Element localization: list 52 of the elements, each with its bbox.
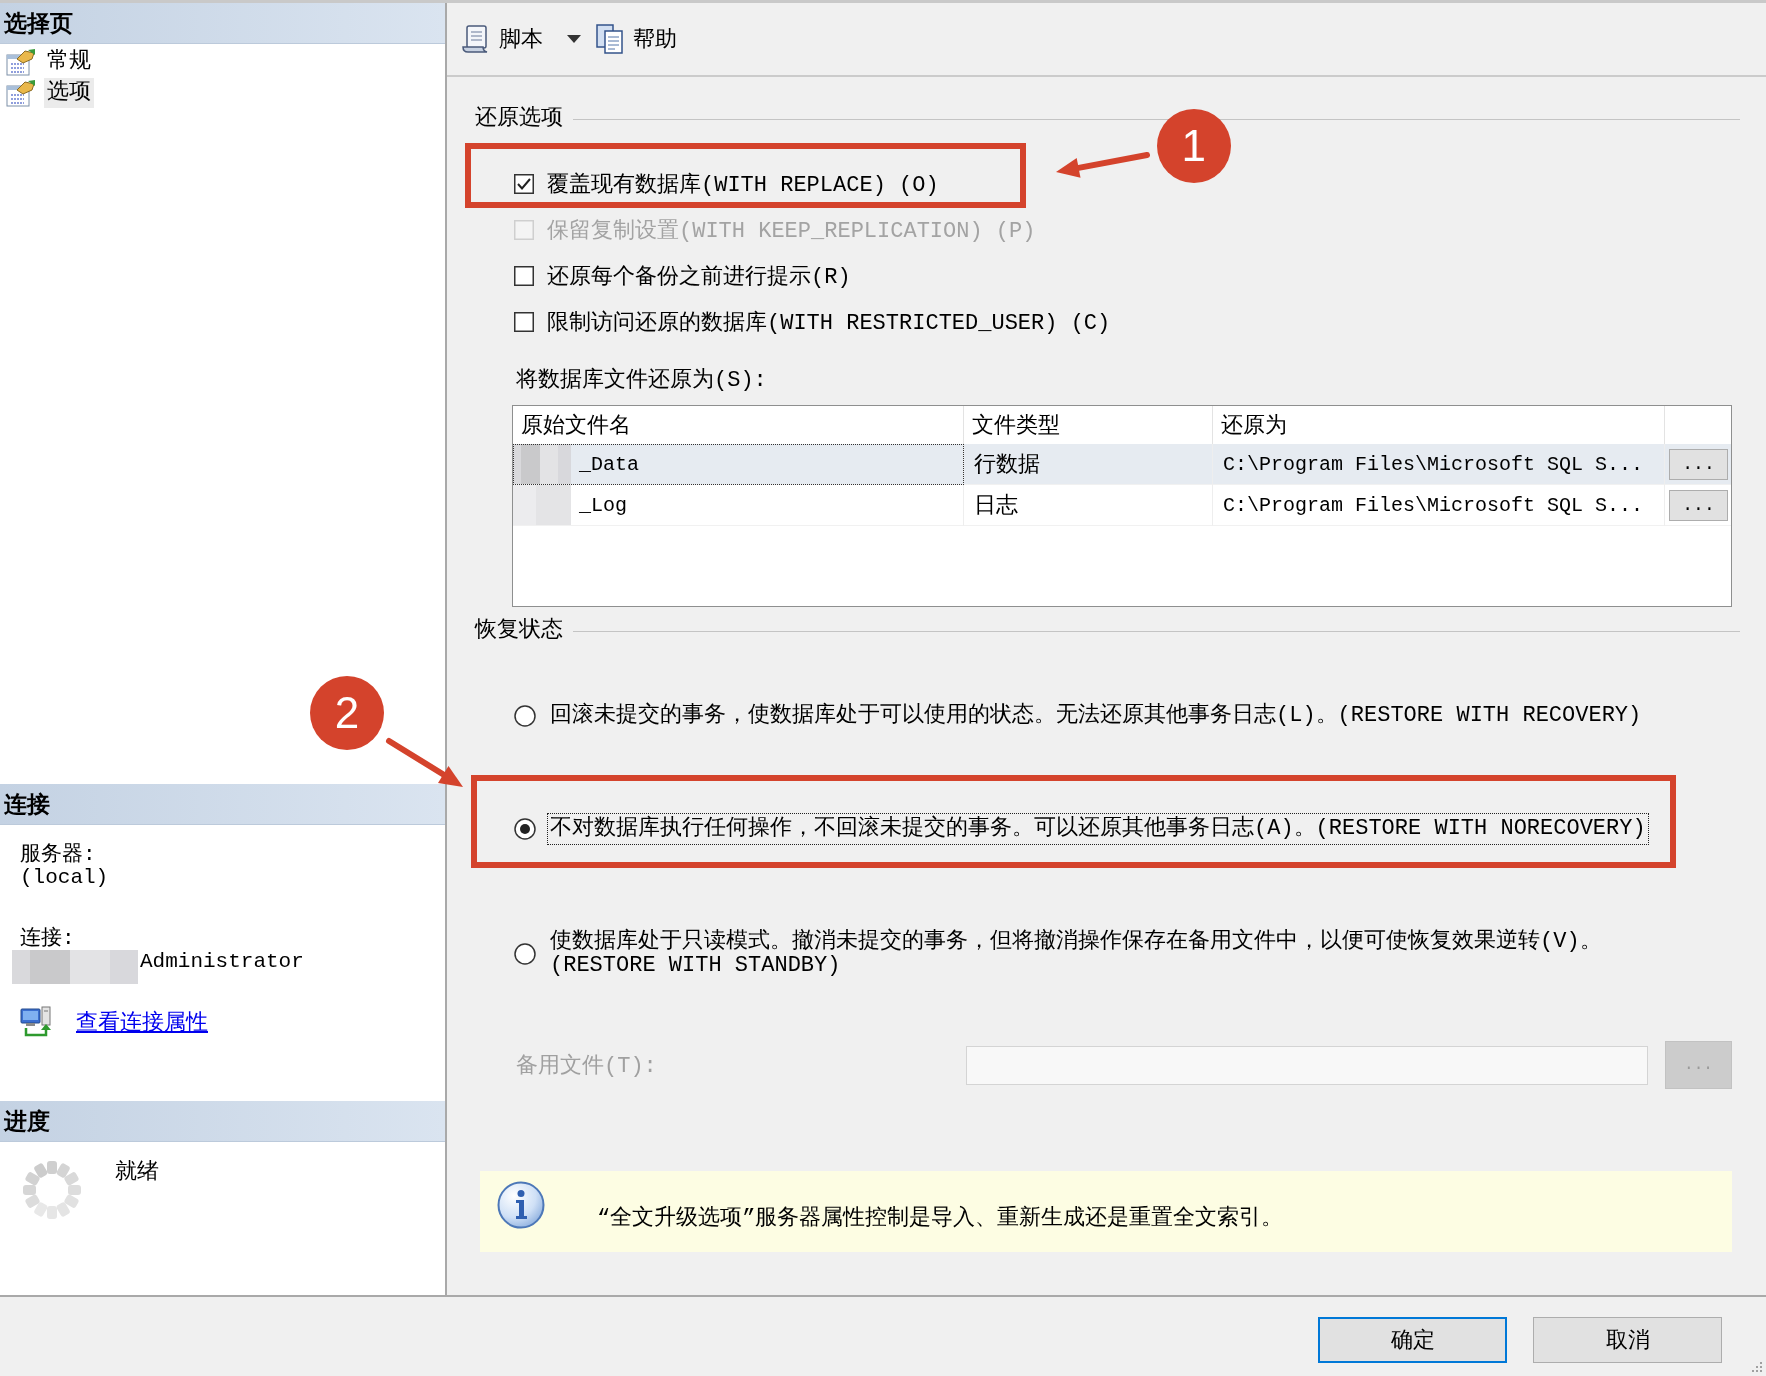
computer-icon: [20, 1006, 52, 1038]
document-icon: [595, 24, 625, 54]
table-cell: 日志: [964, 485, 1213, 526]
radio-button[interactable]: [514, 818, 536, 840]
toolbar-button[interactable]: 脚本: [461, 24, 581, 54]
radio-button[interactable]: [514, 705, 536, 727]
file-name: _Data: [579, 452, 639, 476]
standby-file-label: 备用文件(T):: [516, 1052, 657, 1080]
spinner-icon: [22, 1160, 82, 1220]
checkbox[interactable]: [514, 174, 534, 194]
info-message: “全文升级选项”服务器属性控制是导入、重新生成还是重置全文索引。: [597, 1204, 1284, 1232]
checkbox-label: 覆盖现有数据库(WITH REPLACE) (O): [547, 171, 939, 199]
resize-grip-icon[interactable]: [1751, 1361, 1763, 1373]
table-cell: C:\Program Files\Microsoft SQL S...: [1213, 444, 1665, 485]
section-header: 选择页: [0, 3, 445, 44]
checkbox-label: 还原每个备份之前进行提示(R): [547, 263, 851, 291]
server-value: (local): [20, 866, 109, 889]
blurred-block: [513, 485, 571, 525]
browse-button[interactable]: ...: [1669, 448, 1728, 480]
server-label: 服务器:: [20, 843, 96, 866]
form-page-icon: [6, 47, 36, 76]
info-icon: [497, 1180, 545, 1229]
radio-label: 回滚未提交的事务，使数据库处于可以使用的状态。无法还原其他事务日志(L)。(RESTORE WITH RECOVERY): [549, 701, 1643, 730]
radio-label: 使数据库处于只读模式。撤消未提交的事务，但将撤消操作保存在备用文件中，以便可使恢复效果逆转(V)。 (RESTORE WITH STANDBY): [549, 927, 1603, 980]
checkbox[interactable]: [514, 266, 534, 286]
connection-label: 连接:: [20, 927, 75, 950]
checkbox[interactable]: [514, 312, 534, 332]
callout-number: 1: [1156, 109, 1231, 183]
file-name: _Log: [579, 493, 627, 517]
table-cell: C:\Program Files\Microsoft SQL S...: [1213, 485, 1665, 526]
section-header: 连接: [0, 784, 445, 825]
blurred-block: [513, 444, 571, 484]
section-header: 进度: [0, 1101, 445, 1142]
progress-status: 就绪: [115, 1160, 159, 1186]
radio-label: 不对数据库执行任何操作，不回滚未提交的事务。可以还原其他事务日志(A)。(RESTORE WITH NORECOVERY): [548, 814, 1648, 844]
file-list-label: 将数据库文件还原为(S):: [516, 367, 767, 395]
form-page-icon: [6, 78, 36, 107]
table-row[interactable]: _Log 日志 C:\Program Files\Microsoft SQL S... ...: [513, 485, 1731, 526]
table-cell: 行数据: [964, 444, 1213, 485]
connection-properties-link[interactable]: 查看连接属性: [76, 1007, 208, 1037]
table-row[interactable]: _Data 行数据 C:\Program Files\Microsoft SQL S... ...: [513, 444, 1731, 485]
group-title: 恢复状态: [475, 617, 563, 645]
page-item[interactable]: 常规: [0, 46, 94, 77]
group-title: 还原选项: [475, 105, 563, 133]
checkbox-label: 保留复制设置(WITH KEEP_REPLICATION) (P): [547, 218, 1036, 245]
connection-value: Administrator: [140, 950, 304, 973]
radio-button[interactable]: [514, 943, 536, 965]
browse-button[interactable]: ...: [1669, 489, 1728, 521]
checkbox-label: 限制访问还原的数据库(WITH RESTRICTED_USER) (C): [547, 309, 1111, 337]
dialog-button[interactable]: 确定: [1318, 1317, 1507, 1363]
dialog-button[interactable]: 取消: [1533, 1317, 1722, 1363]
toolbar-button[interactable]: 帮助: [595, 24, 677, 54]
